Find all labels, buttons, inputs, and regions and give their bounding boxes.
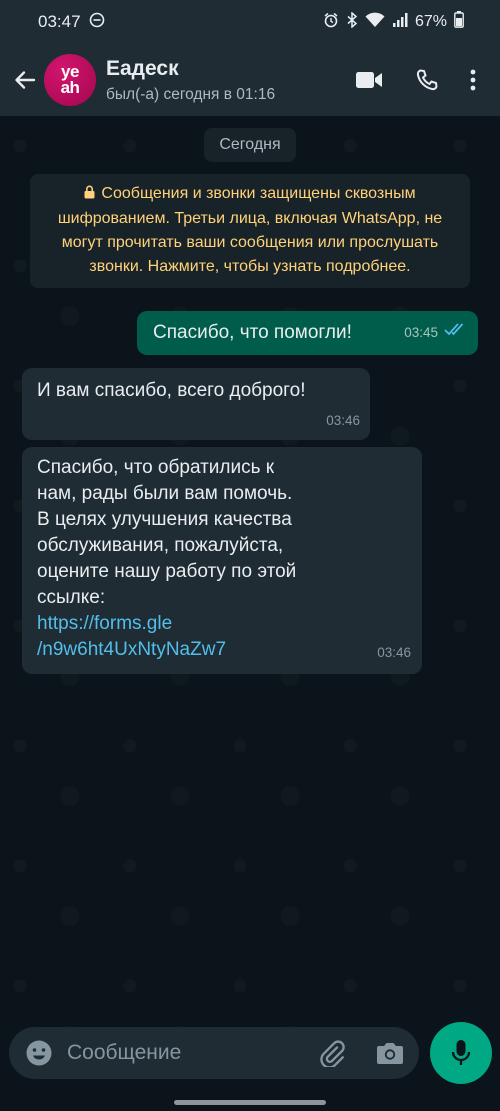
encryption-notice[interactable]: Сообщения и звонки защищены сквозным шиф… (30, 174, 470, 288)
chat-messages-area[interactable]: Сегодня Сообщения и звонки защищены скво… (0, 116, 500, 1027)
camera-button[interactable] (361, 1027, 419, 1079)
contact-info[interactable]: Еадеск был(-а) сегодня в 01:16 (106, 57, 340, 104)
navigation-gesture-bar[interactable] (174, 1100, 326, 1105)
status-time: 03:47 (38, 12, 81, 31)
more-vertical-icon (470, 69, 476, 91)
message-input-bar (9, 1027, 419, 1079)
message-line: обслуживания, пожалуйста, (37, 535, 284, 556)
battery-icon (454, 11, 464, 33)
do-not-disturb-icon (89, 12, 105, 33)
message-line: В целях улучшения качества (37, 509, 292, 530)
message-time: 03:45 (404, 325, 438, 340)
signal-icon (392, 12, 408, 33)
incoming-message[interactable]: И вам спасибо, всего доброго! 03:46 (22, 368, 370, 440)
message-line: оцените нашу работу по этой (37, 561, 297, 582)
message-composer (0, 1022, 500, 1111)
message-line: ссылке: (37, 587, 106, 608)
message-line: Спасибо, что обратились к (37, 457, 275, 478)
message-time: 03:46 (377, 645, 411, 660)
message-time: 03:46 (326, 413, 360, 428)
emoji-icon (26, 1040, 52, 1066)
encryption-notice-text: Сообщения и звонки защищены сквозным шиф… (57, 185, 443, 275)
chat-header: ye ah Еадеск был(-а) сегодня в 01:16 (0, 44, 500, 116)
video-call-button[interactable] (340, 56, 398, 104)
survey-link[interactable]: https://forms.gle /n9w6ht4UxNtyNaZw7 (37, 611, 406, 663)
battery-percent: 67% (414, 13, 447, 30)
back-arrow-icon (15, 71, 36, 89)
avatar[interactable]: ye ah (44, 54, 96, 106)
avatar-text-bottom: ah (60, 78, 80, 97)
message-text: И вам спасибо, всего доброго! (37, 380, 306, 401)
voice-message-button[interactable] (430, 1022, 492, 1084)
back-button[interactable] (6, 56, 44, 104)
message-text: Спасибо, что помогли! (153, 322, 352, 343)
more-options-button[interactable] (456, 56, 490, 104)
bluetooth-icon (346, 10, 358, 33)
status-bar: 03:47 67% (0, 0, 500, 44)
message-input[interactable] (67, 1041, 303, 1065)
contact-last-seen: был(-а) сегодня в 01:16 (106, 85, 276, 103)
emoji-button[interactable] (13, 1027, 65, 1079)
paperclip-icon (320, 1040, 345, 1067)
date-divider: Сегодня (204, 128, 296, 162)
microphone-icon (451, 1040, 471, 1065)
read-receipt-icon (444, 318, 466, 344)
alarm-icon (323, 12, 339, 33)
attach-button[interactable] (303, 1027, 361, 1079)
outgoing-message[interactable]: Спасибо, что помогли! 03:45 (137, 311, 478, 355)
contact-name: Еадеск (106, 56, 179, 80)
survey-link-line: /n9w6ht4UxNtyNaZw7 (37, 639, 227, 660)
voice-call-button[interactable] (398, 56, 456, 104)
video-camera-icon (356, 72, 382, 88)
phone-icon (416, 69, 438, 91)
lock-icon (84, 183, 95, 207)
camera-icon (377, 1043, 403, 1064)
survey-link-line: https://forms.gle (37, 613, 173, 634)
incoming-message[interactable]: Спасибо, что обратились к нам, рады были… (22, 447, 422, 674)
wifi-icon (365, 12, 385, 33)
message-line: нам, рады были вам помочь. (37, 483, 293, 504)
